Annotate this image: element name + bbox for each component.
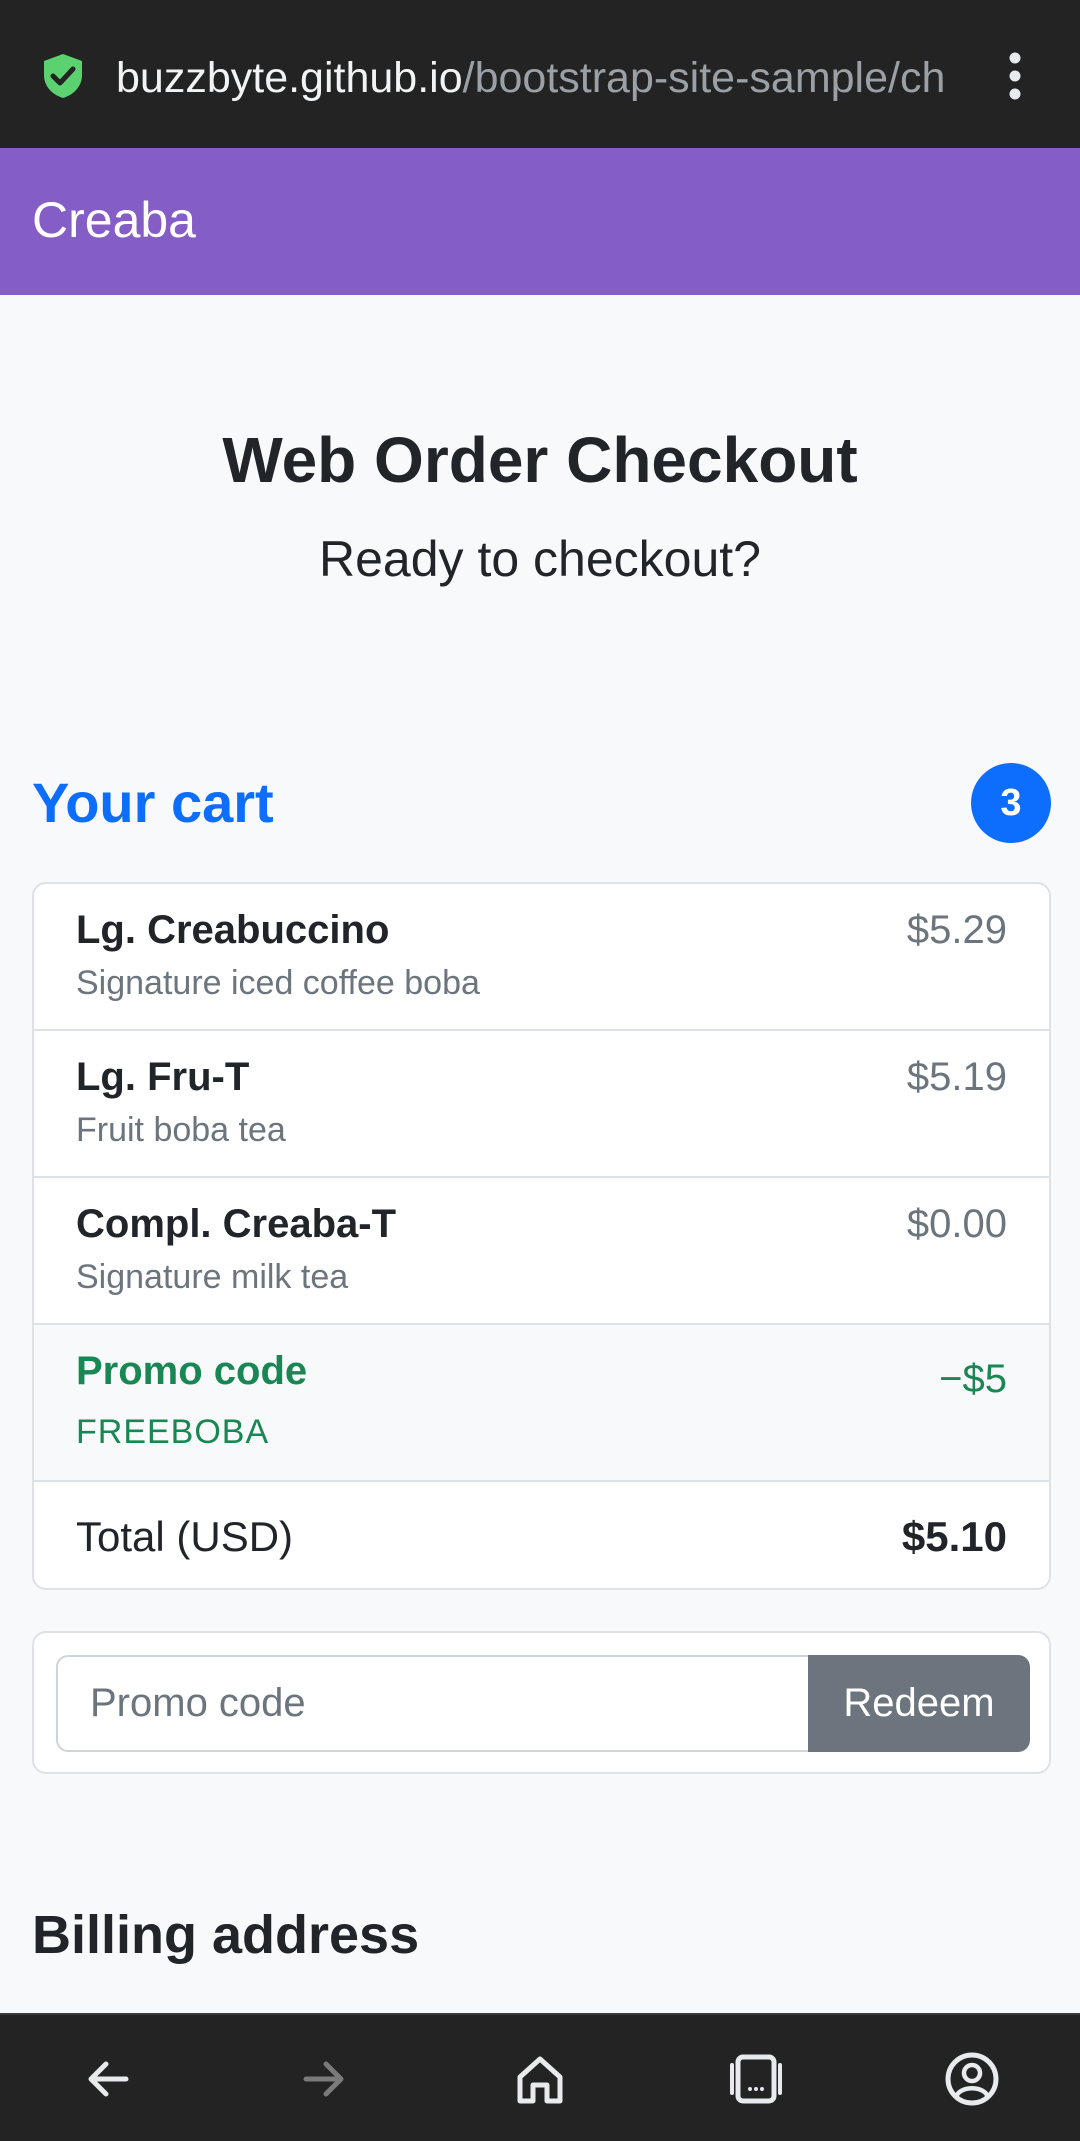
cart-item: Compl. Creaba-T Signature milk tea $0.00: [34, 1178, 1049, 1325]
page-lead: Ready to checkout?: [319, 531, 761, 587]
cart-heading: Your cart: [32, 771, 274, 834]
url-host: buzzbyte.github.io: [116, 54, 463, 102]
cart-count-badge: 3: [971, 763, 1051, 843]
cart-item: Lg. Creabuccino Signature iced coffee bo…: [34, 884, 1049, 1031]
promo-code-input[interactable]: [56, 1655, 808, 1752]
cart-item-desc: Signature milk tea: [76, 1258, 349, 1296]
cart-item-price: $0.00: [906, 1202, 1007, 1246]
url-text[interactable]: buzzbyte.github.io/bootstrap-site-sample…: [116, 48, 962, 108]
redeem-button[interactable]: Redeem: [808, 1655, 1030, 1752]
forward-button[interactable]: [288, 2043, 360, 2115]
total-row: Total (USD) $5.10: [34, 1482, 1049, 1588]
promo-code-value: FREEBOBA: [76, 1413, 270, 1451]
back-arrow-icon: [88, 2061, 129, 2097]
billing-heading: Billing address: [32, 1905, 420, 1965]
cart-list: Lg. Creabuccino Signature iced coffee bo…: [32, 882, 1051, 1590]
total-label: Total (USD): [76, 1513, 294, 1560]
tabs-icon: [730, 2054, 782, 2104]
cart-item-name: Lg. Creabuccino: [76, 908, 390, 952]
browser-bottom-nav: [0, 2013, 1080, 2141]
total-amount: $5.10: [901, 1513, 1007, 1560]
promo-label: Promo code: [76, 1349, 308, 1393]
home-icon: [517, 2056, 563, 2104]
account-button[interactable]: [936, 2043, 1008, 2115]
promo-code-row: Promo code FREEBOBA −$5: [34, 1325, 1049, 1482]
back-button[interactable]: [72, 2043, 144, 2115]
cart-item-name: Lg. Fru-T: [76, 1055, 250, 1099]
navbar-brand[interactable]: Creaba: [32, 188, 196, 252]
account-icon: [945, 2052, 999, 2106]
promo-redeem-form: Redeem: [32, 1631, 1051, 1774]
promo-discount: −$5: [939, 1357, 1007, 1401]
cart-item-name: Compl. Creaba-T: [76, 1202, 397, 1246]
cart-item-desc: Fruit boba tea: [76, 1111, 286, 1149]
cart-item-desc: Signature iced coffee boba: [76, 964, 480, 1002]
browser-url-bar: buzzbyte.github.io/bootstrap-site-sample…: [0, 0, 1080, 148]
url-path: /bootstrap-site-sample/ch: [462, 54, 946, 102]
home-button[interactable]: [504, 2043, 576, 2115]
tabs-button[interactable]: [720, 2043, 792, 2115]
cart-item-price: $5.19: [906, 1055, 1007, 1099]
forward-arrow-icon: [303, 2061, 344, 2097]
cart-item: Lg. Fru-T Fruit boba tea $5.19: [34, 1031, 1049, 1178]
cart-item-price: $5.29: [906, 908, 1007, 952]
site-navbar: Creaba: [0, 148, 1080, 295]
kebab-menu-icon[interactable]: [998, 52, 1032, 100]
page-title: Web Order Checkout: [222, 424, 858, 496]
shield-check-icon[interactable]: [42, 53, 84, 99]
